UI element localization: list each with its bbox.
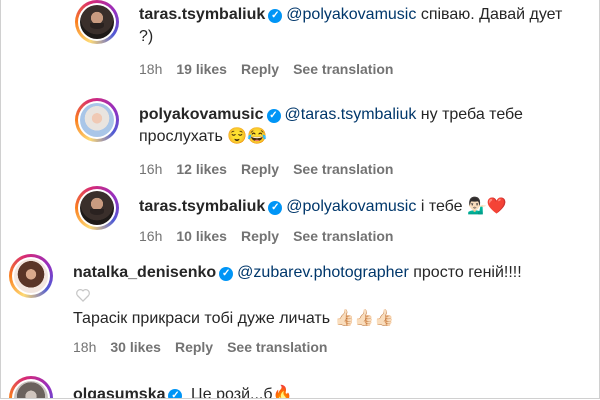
username[interactable]: olgasumska [73,386,165,398]
mention-link[interactable]: @polyakovamusic [286,198,416,215]
verified-badge-icon: ✓ [268,201,283,215]
comment-text: natalka_denisenko ✓ @zubarev.photographer … [73,262,573,284]
username[interactable]: natalka_denisenko [73,264,216,281]
comment-meta: 16h 10 likes Reply See translation [139,228,407,244]
see-translation-button[interactable]: See translation [293,228,393,244]
heart-outline-icon[interactable] [75,288,91,302]
verified-badge-icon: ✓ [266,109,281,123]
comment-body: просто геній!!!! [413,264,522,281]
timestamp[interactable]: 16h [139,228,162,244]
comment-body: Це розй...б🔥 [190,386,293,399]
comment-text: olgasumska ✓ Це розй...б🔥 [73,384,573,399]
comment-body-line-2: Тарасік прикраси тобі дуже личать 👍🏻👍🏻👍🏻 [73,308,573,330]
see-translation-button[interactable]: See translation [227,339,327,355]
comment-body: Тарасік прикраси тобі дуже личать 👍🏻👍🏻👍🏻 [73,310,395,327]
reply-button[interactable]: Reply [241,228,279,244]
likes-count[interactable]: 12 likes [176,161,227,177]
see-translation-button[interactable]: See translation [293,161,393,177]
timestamp[interactable]: 18h [73,339,96,355]
avatar[interactable] [75,0,119,44]
verified-badge-icon: ✓ [268,9,283,23]
comment-meta: 16h 12 likes Reply See translation [139,161,407,177]
comment-text: taras.tsymbaliuk ✓ @polyakovamusic і тебе … [139,196,569,218]
mention-link[interactable]: @polyakovamusic [286,6,416,23]
mention-link[interactable]: @taras.tsymbaliuk [285,106,417,123]
username[interactable]: taras.tsymbaliuk [139,6,265,23]
reply-button[interactable]: Reply [241,61,279,77]
likes-count[interactable]: 19 likes [176,61,227,77]
username[interactable]: polyakovamusic [139,106,264,123]
likes-count[interactable]: 10 likes [176,228,227,244]
avatar[interactable] [75,186,119,230]
verified-badge-icon: ✓ [219,267,234,281]
timestamp[interactable]: 16h [139,161,162,177]
avatar[interactable] [75,98,119,142]
see-translation-button[interactable]: See translation [293,61,393,77]
likes-count[interactable]: 30 likes [110,339,161,355]
timestamp[interactable]: 18h [139,61,162,77]
avatar[interactable] [9,376,53,398]
comment-text: polyakovamusic ✓ @taras.tsymbaliuk ну треб… [139,104,569,148]
comments-panel: taras.tsymbaliuk ✓ @polyakovamusic співаю.… [0,0,600,399]
comment-text: taras.tsymbaliuk ✓ @polyakovamusic співаю.… [139,4,569,48]
comment-meta: 18h 30 likes Reply See translation [73,339,341,355]
username[interactable]: taras.tsymbaliuk [139,198,265,215]
mention-link[interactable]: @zubarev.photographer [237,264,409,281]
comment-meta: 18h 19 likes Reply See translation [139,61,407,77]
verified-badge-icon: ✓ [168,389,183,398]
reply-button[interactable]: Reply [175,339,213,355]
avatar[interactable] [9,254,53,298]
comment-body: і тебе 💁🏻‍♂️❤️ [420,198,507,215]
reply-button[interactable]: Reply [241,161,279,177]
